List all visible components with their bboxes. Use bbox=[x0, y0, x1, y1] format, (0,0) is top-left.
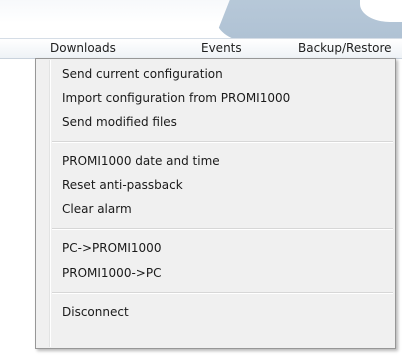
menu-item-reset-anti-passback[interactable]: Reset anti-passback bbox=[62, 176, 183, 195]
downloads-dropdown-menu: Send current configuration Import config… bbox=[35, 58, 396, 349]
menu-item-date-and-time[interactable]: PROMI1000 date and time bbox=[62, 152, 220, 171]
menu-item-import-configuration[interactable]: Import configuration from PROMI1000 bbox=[62, 89, 290, 108]
menu-downloads[interactable]: Downloads bbox=[50, 39, 116, 58]
menu-icon-gutter bbox=[49, 60, 51, 347]
menu-events[interactable]: Events bbox=[201, 39, 242, 58]
menu-separator bbox=[52, 228, 393, 230]
menu-item-send-modified-files[interactable]: Send modified files bbox=[62, 113, 177, 132]
menu-item-clear-alarm[interactable]: Clear alarm bbox=[62, 200, 132, 219]
menu-item-promi-to-pc[interactable]: PROMI1000->PC bbox=[62, 264, 161, 283]
menu-item-send-current-configuration[interactable]: Send current configuration bbox=[62, 65, 223, 84]
menu-item-pc-to-promi[interactable]: PC->PROMI1000 bbox=[62, 239, 161, 258]
menu-separator bbox=[52, 141, 393, 143]
menu-item-disconnect[interactable]: Disconnect bbox=[62, 303, 129, 322]
menu-backup-restore[interactable]: Backup/Restore bbox=[298, 39, 392, 58]
menu-separator bbox=[52, 292, 393, 294]
menu-bar: Downloads Events Backup/Restore bbox=[0, 38, 402, 59]
